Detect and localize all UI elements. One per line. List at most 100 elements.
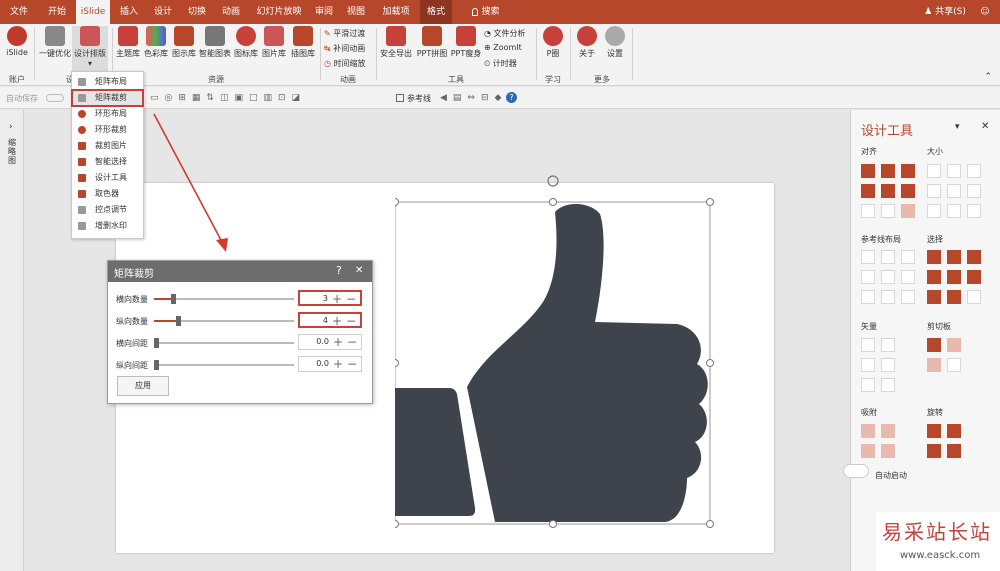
ppt-stitch-button[interactable]: PPT拼图	[414, 26, 450, 59]
toolbar-icons-2[interactable]: ◀▤⇔⊟◆	[440, 93, 550, 103]
select-button[interactable]	[927, 250, 941, 264]
panel-dropdown-icon[interactable]: ▾	[955, 122, 960, 132]
plus-icon[interactable]: +	[333, 335, 343, 349]
help-icon[interactable]: ?	[506, 92, 517, 103]
horizontal-spacing-slider[interactable]	[154, 338, 294, 348]
select-button[interactable]	[947, 270, 961, 284]
align-button[interactable]	[881, 164, 895, 178]
vector-button[interactable]	[861, 338, 875, 352]
minus-icon[interactable]: −	[347, 357, 357, 371]
horizontal-spacing-stepper[interactable]: 0.0 + −	[298, 334, 362, 350]
horizontal-spacing-value[interactable]: 0.0	[316, 337, 329, 346]
snap-button[interactable]	[861, 444, 875, 458]
menu-item-color-picker[interactable]: 取色器	[72, 186, 145, 202]
rotate-button[interactable]	[947, 424, 961, 438]
vertical-count-stepper[interactable]: 4 + −	[298, 312, 362, 328]
plus-icon[interactable]: +	[333, 357, 343, 371]
smart-chart-button[interactable]: 智能图表	[198, 26, 232, 59]
design-layout-button[interactable]: 设计排版 ▾	[72, 26, 108, 72]
menu-item-handle-adjust[interactable]: 控点调节	[72, 202, 145, 218]
align-button[interactable]	[881, 184, 895, 198]
tab-format[interactable]: 格式	[420, 0, 452, 24]
guide-layout-button[interactable]	[861, 270, 875, 284]
slider-thumb[interactable]	[154, 338, 159, 348]
size-button[interactable]	[967, 184, 981, 198]
select-button[interactable]	[947, 290, 961, 304]
menu-item-ring-layout[interactable]: 环形布局	[72, 106, 145, 122]
vertical-count-slider[interactable]	[154, 316, 294, 326]
settings-button[interactable]: 设置	[602, 26, 628, 59]
rotate-handle-icon[interactable]	[547, 175, 559, 187]
minus-icon[interactable]: −	[346, 292, 356, 306]
size-button[interactable]	[927, 204, 941, 218]
guide-checkbox[interactable]	[396, 94, 404, 102]
help-button[interactable]: ?	[336, 264, 342, 277]
menu-item-watermark[interactable]: 增删水印	[72, 218, 145, 234]
tab-review[interactable]: 审阅	[310, 0, 338, 24]
p-circle-button[interactable]: P圈	[540, 26, 566, 59]
apply-button[interactable]: 应用	[117, 376, 169, 396]
close-button[interactable]: ✕	[355, 265, 363, 276]
horizontal-count-slider[interactable]	[154, 294, 294, 304]
vector-button[interactable]	[861, 358, 875, 372]
horizontal-count-value[interactable]: 3	[323, 294, 328, 303]
panel-close-button[interactable]: ✕	[981, 121, 989, 132]
clipboard-button[interactable]	[947, 358, 961, 372]
snap-button[interactable]	[881, 444, 895, 458]
size-button[interactable]	[947, 184, 961, 198]
menu-item-matrix-layout[interactable]: 矩阵布局	[72, 74, 145, 90]
illustration-library-button[interactable]: 插图库	[288, 26, 318, 59]
vector-button[interactable]	[881, 338, 895, 352]
smooth-transition-button[interactable]: ✎ 平滑过渡	[324, 28, 365, 39]
tab-insert[interactable]: 插入	[114, 0, 144, 24]
time-scale-button[interactable]: ◷ 时间缩放	[324, 58, 366, 69]
zoomit-button[interactable]: ⊕ ZoomIt	[484, 43, 522, 52]
vector-button[interactable]	[881, 378, 895, 392]
slider-thumb[interactable]	[170, 294, 176, 304]
align-button[interactable]	[861, 204, 875, 218]
vertical-spacing-stepper[interactable]: 0.0 + −	[298, 356, 362, 372]
minus-icon[interactable]: −	[346, 314, 356, 328]
plus-icon[interactable]: +	[332, 292, 342, 306]
clipboard-button[interactable]	[947, 338, 961, 352]
clipboard-button[interactable]	[927, 358, 941, 372]
guide-layout-button[interactable]	[881, 250, 895, 264]
color-library-button[interactable]: 色彩库	[142, 26, 170, 59]
tab-file[interactable]: 文件	[4, 0, 34, 24]
tween-animation-button[interactable]: ↹ 补间动画	[324, 43, 365, 54]
select-button[interactable]	[967, 250, 981, 264]
size-button[interactable]	[947, 164, 961, 178]
select-button[interactable]	[967, 270, 981, 284]
select-button[interactable]	[967, 290, 981, 304]
slider-thumb[interactable]	[154, 360, 159, 370]
tab-design[interactable]: 设计	[148, 0, 178, 24]
guide-layout-button[interactable]	[901, 290, 915, 304]
guide-layout-button[interactable]	[861, 250, 875, 264]
size-button[interactable]	[927, 164, 941, 178]
timer-button[interactable]: ⏲ 计时器	[484, 58, 517, 69]
align-button[interactable]	[861, 164, 875, 178]
rotate-button[interactable]	[947, 444, 961, 458]
guide-layout-button[interactable]	[861, 290, 875, 304]
icon-library-button[interactable]: 图标库	[232, 26, 260, 59]
islide-button[interactable]: iSlide	[4, 26, 30, 57]
guide-layout-button[interactable]	[901, 270, 915, 284]
search-box[interactable]: 搜索	[464, 0, 508, 24]
ppt-slim-button[interactable]: PPT瘦身	[450, 26, 482, 59]
snap-button[interactable]	[861, 424, 875, 438]
safe-export-button[interactable]: 安全导出	[378, 26, 414, 59]
tab-view[interactable]: 视图	[342, 0, 370, 24]
align-button[interactable]	[901, 204, 915, 218]
snap-button[interactable]	[881, 424, 895, 438]
menu-item-ring-crop[interactable]: 环形裁剪	[72, 122, 145, 138]
slider-thumb[interactable]	[176, 316, 182, 326]
align-button[interactable]	[901, 184, 915, 198]
theme-library-button[interactable]: 主题库	[114, 26, 142, 59]
share-button[interactable]: ♟ 共享(S)	[920, 0, 970, 24]
toolbar-icons[interactable]: ▭◎⊞▦⇅◫▣□▥⊡◪	[150, 93, 390, 103]
tab-islide[interactable]: iSlide	[76, 0, 110, 24]
about-button[interactable]: 关于	[574, 26, 600, 59]
file-analysis-button[interactable]: ◔ 文件分析	[484, 28, 526, 39]
rotate-button[interactable]	[927, 444, 941, 458]
menu-item-smart-select[interactable]: 智能选择	[72, 154, 145, 170]
